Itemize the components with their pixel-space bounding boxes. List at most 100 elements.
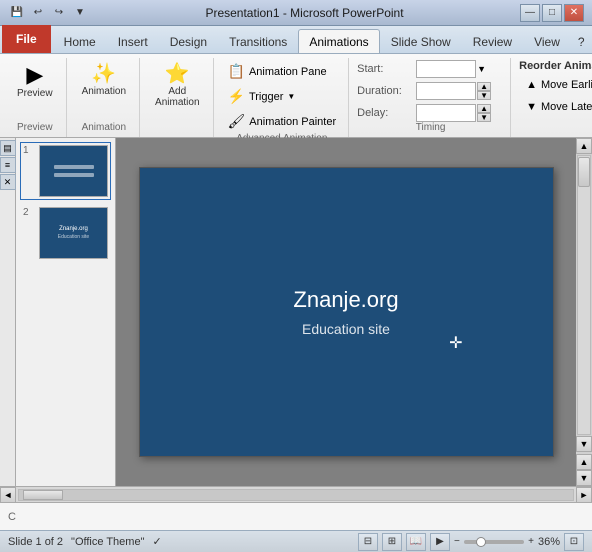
animation-pane-label: Animation Pane	[249, 66, 327, 78]
thumb-line	[54, 165, 94, 169]
slide-subtitle: Education site	[302, 321, 390, 337]
move-later-label: Move Later	[541, 101, 592, 113]
dropdown-quick-btn[interactable]: ▼	[71, 4, 89, 22]
timing-group-label: Timing	[416, 122, 446, 135]
ribbon-tab-bar: File Home Insert Design Transitions Anim…	[0, 26, 592, 54]
zoom-in-icon[interactable]: +	[528, 536, 534, 547]
animation-painter-label: Animation Painter	[249, 116, 336, 128]
reorder-title: Reorder Animation	[519, 60, 592, 72]
zoom-out-icon[interactable]: −	[454, 536, 460, 547]
delay-up-btn[interactable]: ▲	[477, 104, 491, 113]
scroll-track[interactable]	[577, 155, 591, 435]
slide-title: Znanje.org	[293, 287, 398, 313]
ribbon-group-advanced: 📋 Animation Pane ⚡ Trigger ▼ 🖌 Animation…	[216, 58, 350, 137]
start-dropdown-icon[interactable]: ▼	[477, 64, 486, 74]
trigger-dropdown-icon: ▼	[287, 92, 295, 101]
start-label: Start:	[357, 63, 412, 75]
tab-review[interactable]: Review	[462, 29, 523, 53]
move-later-button[interactable]: ▼ Move Later	[519, 98, 592, 116]
tab-file[interactable]: File	[2, 25, 51, 53]
quick-access-toolbar: 💾 ↩ ↪ ▼	[8, 4, 89, 22]
delay-label: Delay:	[357, 107, 412, 119]
timing-duration-row: Duration: ▲ ▼	[357, 82, 491, 100]
vertical-scrollbar: ▲ ▼ ▲ ▼	[576, 138, 592, 486]
zoom-percent: 36%	[538, 536, 560, 548]
close-btn[interactable]: ✕	[564, 4, 584, 22]
tab-design[interactable]: Design	[159, 29, 218, 53]
main-slide-area: Znanje.org Education site ✛	[116, 138, 576, 486]
trigger-label: Trigger	[249, 91, 283, 103]
tab-slideshow[interactable]: Slide Show	[380, 29, 462, 53]
zoom-thumb[interactable]	[476, 537, 486, 547]
minimize-btn[interactable]: —	[520, 4, 540, 22]
tab-view[interactable]: View	[523, 29, 571, 53]
tab-animations[interactable]: Animations	[298, 29, 379, 53]
slide-thumb-1	[39, 145, 108, 197]
move-earlier-button[interactable]: ▲ Move Earlier	[519, 76, 592, 94]
fit-window-btn[interactable]: ⊡	[564, 533, 584, 551]
slide-thumb-2: Znanje.org Education site	[39, 207, 108, 259]
window-controls: — □ ✕	[520, 4, 584, 22]
zoom-slider[interactable]: − +	[454, 535, 534, 549]
trigger-button[interactable]: ⚡ Trigger ▼	[222, 85, 302, 108]
ribbon-group-preview: ▶ Preview Preview	[4, 58, 67, 137]
animation-icon: ✨	[91, 64, 116, 84]
scroll-thumb[interactable]	[578, 157, 590, 187]
preview-button[interactable]: ▶ Preview	[10, 60, 60, 103]
slideshow-view-btn[interactable]: ▶	[430, 533, 450, 551]
tab-insert[interactable]: Insert	[107, 29, 159, 53]
zoom-track[interactable]	[464, 540, 524, 544]
status-left: Slide 1 of 2 "Office Theme" ✓	[8, 535, 162, 548]
scroll-prev-btn[interactable]: ▲	[576, 454, 592, 470]
delay-down-btn[interactable]: ▼	[477, 113, 491, 122]
slide-sorter-btn[interactable]: ⊞	[382, 533, 402, 551]
notes-label: C	[8, 511, 16, 523]
delay-input[interactable]	[416, 104, 476, 122]
thumb-line	[54, 173, 94, 177]
save-quick-btn[interactable]: 💾	[8, 4, 26, 22]
animation-pane-button[interactable]: 📋 Animation Pane	[222, 60, 333, 83]
reading-view-btn[interactable]: 📖	[406, 533, 426, 551]
animation-label: Animation	[82, 86, 126, 97]
workspace: ▤ ≡ ✕ 1 2 Znanje.org Education site Znan…	[0, 138, 592, 486]
redo-quick-btn[interactable]: ↪	[50, 4, 68, 22]
scroll-up-btn[interactable]: ▲	[576, 138, 592, 154]
duration-down-btn[interactable]: ▼	[477, 91, 491, 100]
add-animation-button[interactable]: ⭐ AddAnimation	[148, 60, 206, 112]
start-input[interactable]	[416, 60, 476, 78]
animation-group-label: Animation	[82, 122, 126, 135]
theme-info: "Office Theme"	[71, 536, 144, 548]
move-earlier-icon: ▲	[526, 79, 537, 91]
duration-input[interactable]	[416, 82, 476, 100]
panel-toggle-btn[interactable]: ▤	[0, 140, 16, 156]
timing-delay-row: Delay: ▲ ▼	[357, 104, 491, 122]
undo-quick-btn[interactable]: ↩	[29, 4, 47, 22]
slide-canvas[interactable]: Znanje.org Education site ✛	[139, 167, 554, 457]
scroll-next-btn[interactable]: ▼	[576, 470, 592, 486]
slide-thumbnail-1[interactable]: 1	[20, 142, 111, 200]
animation-button[interactable]: ✨ Animation	[75, 60, 133, 101]
add-animation-label: AddAnimation	[155, 86, 199, 108]
slide-thumbnail-2[interactable]: 2 Znanje.org Education site	[20, 204, 111, 262]
scroll-down-btn[interactable]: ▼	[576, 436, 592, 452]
h-scroll-track[interactable]	[18, 489, 574, 501]
duration-up-btn[interactable]: ▲	[477, 82, 491, 91]
notes-area[interactable]: C	[0, 502, 592, 530]
panel-close-btn[interactable]: ✕	[0, 174, 16, 190]
title-bar: 💾 ↩ ↪ ▼ Presentation1 - Microsoft PowerP…	[0, 0, 592, 26]
slide-info: Slide 1 of 2	[8, 536, 63, 548]
panel-list-btn[interactable]: ≡	[0, 157, 16, 173]
tab-home[interactable]: Home	[53, 29, 107, 53]
preview-group-label: Preview	[17, 122, 53, 135]
scroll-left-btn[interactable]: ◄	[0, 487, 16, 503]
maximize-btn[interactable]: □	[542, 4, 562, 22]
scroll-right-btn[interactable]: ►	[576, 487, 592, 503]
ribbon-group-timing: Start: ▼ Duration: ▲ ▼ Delay:	[351, 58, 511, 137]
tab-transitions[interactable]: Transitions	[218, 29, 298, 53]
h-scroll-thumb[interactable]	[23, 490, 63, 500]
normal-view-btn[interactable]: ⊟	[358, 533, 378, 551]
animation-painter-button[interactable]: 🖌 Animation Painter	[222, 110, 343, 133]
spell-check-icon[interactable]: ✓	[152, 535, 161, 548]
tab-help-icon[interactable]: ?	[571, 29, 592, 53]
move-later-icon: ▼	[526, 101, 537, 113]
